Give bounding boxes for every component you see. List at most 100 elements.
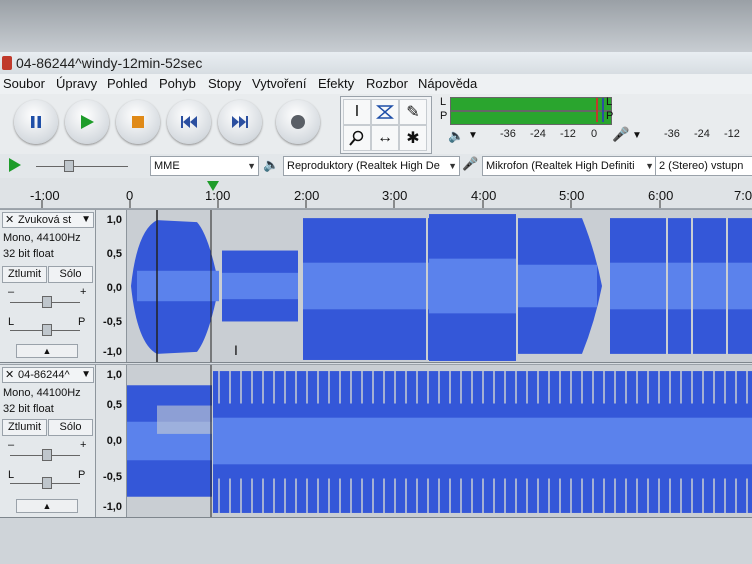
play-button[interactable] (65, 100, 109, 144)
meter-label-l2: L (606, 96, 613, 108)
pan-slider[interactable] (10, 324, 80, 336)
meter-bar-left[interactable] (450, 97, 612, 111)
track-dropdown-icon[interactable]: ▼ (81, 368, 91, 382)
gain-knob[interactable] (42, 449, 52, 461)
play-icon (65, 100, 109, 144)
pause-button[interactable] (14, 100, 58, 144)
track-name-menu[interactable]: ✕ 04-86244^ ▼ (2, 367, 94, 383)
output-device-select[interactable]: Reproduktory (Realtek High De ▼ (283, 156, 460, 176)
skip-start-icon (167, 100, 211, 144)
skip-to-end-button[interactable] (218, 100, 262, 144)
collapse-track-button[interactable]: ▲ (16, 499, 78, 513)
waveform-track-1[interactable] (127, 210, 752, 362)
track-control-panel: ✕ Zvuková st ▼ Mono, 44100Hz 32 bit floa… (0, 210, 96, 362)
gain-slider[interactable] (10, 296, 80, 308)
y-label: 0,5 (106, 248, 122, 260)
pan-knob[interactable] (42, 324, 52, 336)
track-name: 04-86244^ (18, 369, 70, 381)
track-name-menu[interactable]: ✕ Zvuková st ▼ (2, 212, 94, 228)
output-speaker-icon: 🔈 (263, 157, 280, 172)
menu-upravy[interactable]: Úpravy (56, 76, 97, 91)
play-at-speed-button[interactable] (8, 157, 22, 176)
menu-vytvoreni[interactable]: Vytvoření (252, 76, 306, 91)
selection-tool-icon[interactable]: I (343, 99, 371, 125)
gain-plus-label: + (80, 439, 87, 451)
i-beam-cursor-icon: I (234, 342, 238, 358)
mute-button[interactable]: Ztlumit (2, 419, 47, 436)
stop-icon (116, 100, 160, 144)
mute-button[interactable]: Ztlumit (2, 266, 47, 283)
meter-label-l: L (440, 96, 447, 108)
waveform-track-2[interactable] (127, 365, 752, 517)
scale-right-12: -12 (724, 128, 740, 140)
y-label: -0,5 (103, 316, 122, 328)
track-dropdown-icon[interactable]: ▼ (81, 213, 91, 227)
microphone-icon[interactable]: 🎤 (612, 126, 629, 143)
menu-rozbor[interactable]: Rozbor (366, 76, 408, 91)
envelope-tool-icon[interactable] (371, 99, 399, 125)
app-icon (2, 56, 12, 70)
menu-pohled[interactable]: Pohled (107, 76, 147, 91)
draw-tool-icon[interactable]: ✎ (399, 99, 427, 125)
time-shift-tool-icon[interactable]: ↔ (371, 125, 399, 151)
pause-icon (14, 100, 58, 144)
menu-efekty[interactable]: Efekty (318, 76, 354, 91)
meter-label-p: P (440, 110, 448, 122)
play-speed-slider[interactable] (36, 160, 128, 172)
track-name: Zvuková st (18, 214, 72, 226)
input-device-value: Mikrofon (Realtek High Definiti (486, 160, 635, 172)
menu-pohyb[interactable]: Pohyb (159, 76, 196, 91)
y-label: -1,0 (103, 346, 122, 358)
track-depth: 32 bit float (3, 248, 54, 260)
input-device-select[interactable]: Mikrofon (Realtek High Definiti ▼ (482, 156, 657, 176)
solo-button[interactable]: Sólo (48, 266, 93, 283)
speaker-icon[interactable]: 🔈 (448, 128, 464, 144)
gain-knob[interactable] (42, 296, 52, 308)
speaker-dropdown-icon[interactable]: ▼ (468, 130, 478, 141)
y-label: 1,0 (106, 369, 122, 381)
audio-host-select[interactable]: MME ▼ (150, 156, 259, 176)
scale-right-24: -24 (694, 128, 710, 140)
y-label: 0,5 (106, 399, 122, 411)
y-label: 0,0 (106, 282, 122, 294)
menu-stopy[interactable]: Stopy (208, 76, 241, 91)
menu-soubor[interactable]: Soubor (3, 76, 45, 91)
play-head-marker-icon[interactable] (206, 180, 220, 192)
input-channels-select[interactable]: 2 (Stereo) vstupn (655, 156, 752, 176)
empty-track-area[interactable] (0, 518, 752, 564)
track-y-axis: 1,0 0,5 0,0 -0,5 -1,0 (96, 210, 127, 362)
audio-track-1: ✕ Zvuková st ▼ Mono, 44100Hz 32 bit floa… (0, 209, 752, 363)
y-label: -1,0 (103, 501, 122, 513)
pan-slider[interactable] (10, 477, 80, 489)
play-speed-knob[interactable] (64, 160, 74, 172)
record-button[interactable] (276, 100, 320, 144)
chevron-down-icon: ▼ (645, 161, 654, 171)
meter-peak-marker (596, 98, 598, 122)
stop-button[interactable] (116, 100, 160, 144)
monitor-bezel (0, 0, 752, 52)
gain-slider[interactable] (10, 449, 80, 461)
record-icon (276, 100, 320, 144)
mic-dropdown-icon[interactable]: ▼ (632, 130, 642, 141)
chevron-down-icon: ▼ (247, 161, 256, 171)
menu-napoveda[interactable]: Nápověda (418, 76, 477, 91)
ruler-marks (41, 200, 661, 208)
meter-label-p2: P (606, 110, 614, 122)
input-channels-value: 2 (Stereo) vstupn (659, 160, 744, 172)
y-label: -0,5 (103, 471, 122, 483)
gain-plus-label: + (80, 286, 87, 298)
close-track-icon[interactable]: ✕ (5, 213, 14, 227)
meter-peak-marker-2 (602, 98, 604, 122)
track-format: Mono, 44100Hz (3, 232, 81, 244)
multi-tool-icon[interactable]: ✱ (399, 125, 427, 151)
timeline-ruler[interactable]: -1:00 0 1:00 2:00 3:00 4:00 5:00 6:00 7:… (0, 178, 752, 209)
pan-knob[interactable] (42, 477, 52, 489)
close-track-icon[interactable]: ✕ (5, 368, 14, 382)
meter-bar-right[interactable] (450, 111, 612, 125)
collapse-track-button[interactable]: ▲ (16, 344, 78, 358)
scale-left-0: 0 (591, 128, 598, 140)
zoom-tool-icon[interactable] (343, 125, 371, 151)
chevron-down-icon: ▼ (448, 161, 457, 171)
solo-button[interactable]: Sólo (48, 419, 93, 436)
skip-to-start-button[interactable] (167, 100, 211, 144)
